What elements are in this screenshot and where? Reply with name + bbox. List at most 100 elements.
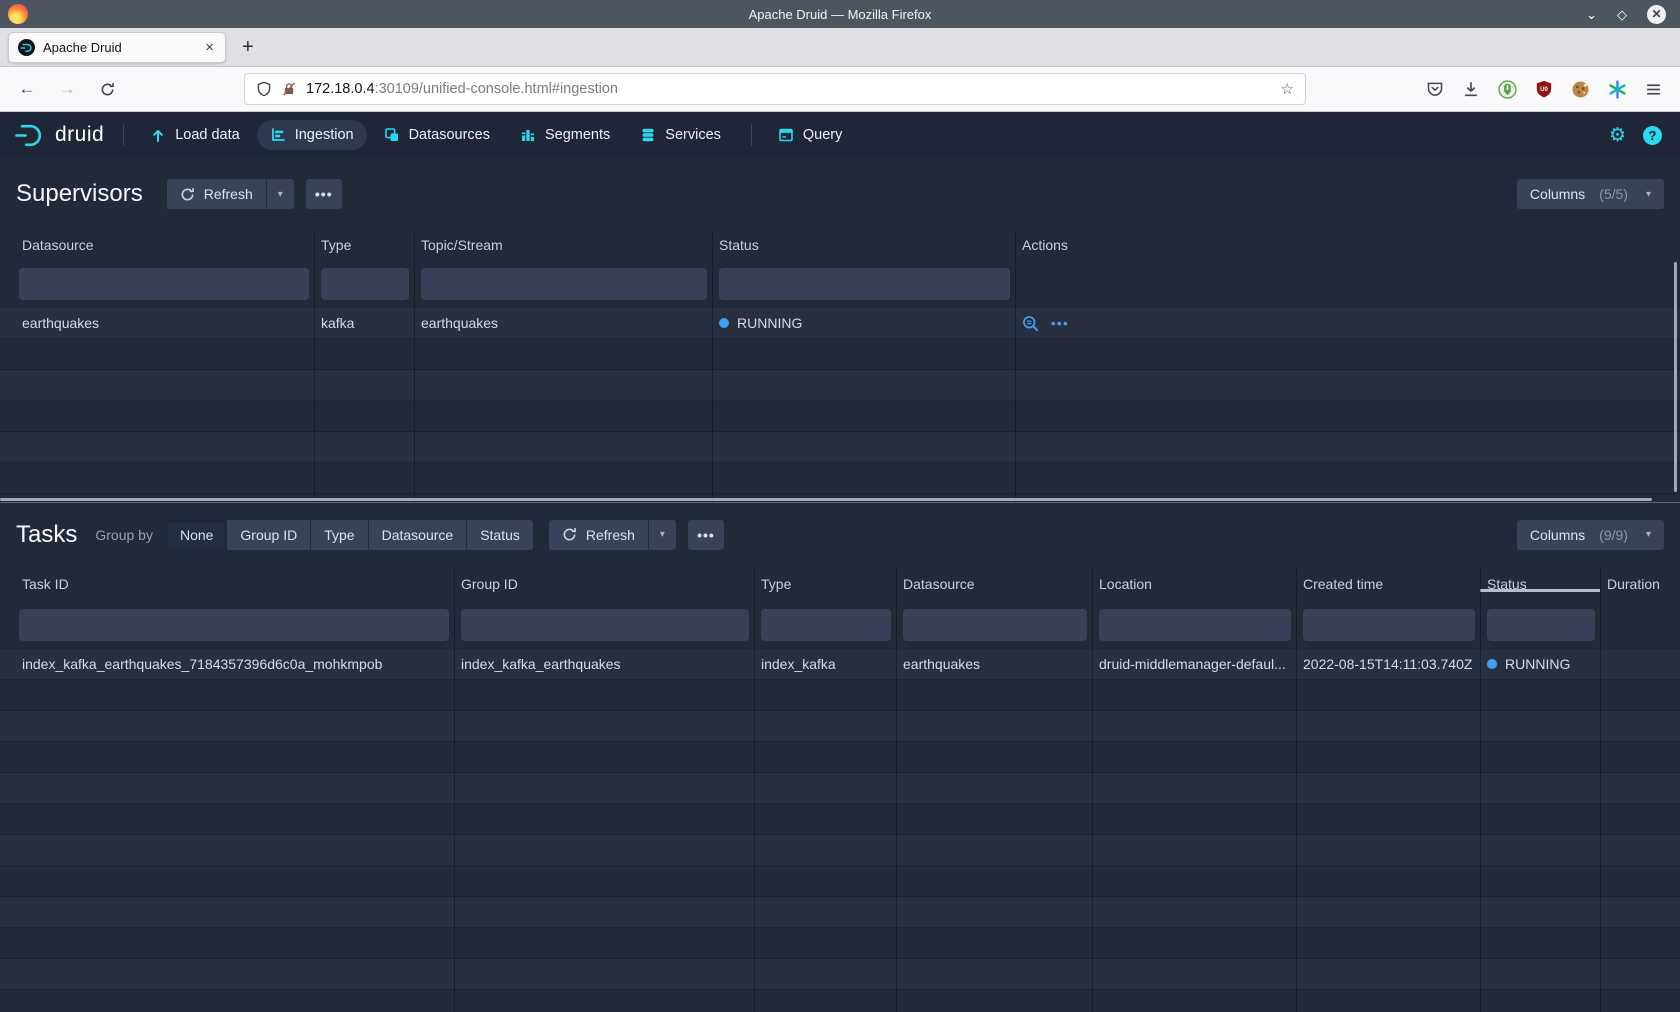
gear-icon[interactable]: ⚙	[1609, 126, 1626, 145]
nav-item-query[interactable]: Query	[765, 120, 856, 150]
task-location: druid-middlemanager-defaul...	[1092, 656, 1296, 672]
back-icon[interactable]: ←	[12, 79, 42, 99]
column-header-datasource[interactable]: Datasource	[0, 237, 314, 253]
supervisor-type: kafka	[314, 315, 414, 331]
filter-input-type[interactable]	[761, 609, 891, 641]
nav-item-datasources[interactable]: Datasources	[371, 120, 503, 150]
nav-item-services[interactable]: Services	[627, 120, 734, 150]
cookie-extension-icon[interactable]	[1571, 80, 1590, 99]
table-row-empty	[0, 339, 1680, 370]
nav-item-label: Load data	[175, 127, 240, 143]
forward-icon[interactable]: →	[52, 79, 82, 99]
column-header-type[interactable]: Type	[754, 576, 896, 592]
supervisor-datasource: earthquakes	[0, 315, 314, 331]
status-label: RUNNING	[1505, 656, 1570, 672]
new-tab-button[interactable]: +	[242, 36, 254, 59]
table-row-empty	[0, 370, 1680, 401]
row-more-icon[interactable]: •••	[1051, 316, 1069, 331]
column-header-status[interactable]: Status	[712, 237, 1015, 253]
filter-input-location[interactable]	[1099, 609, 1291, 641]
supervisors-columns-button[interactable]: Columns (5/5) ▾	[1517, 179, 1664, 209]
maximize-icon[interactable]: ◇	[1617, 8, 1627, 21]
table-row-empty	[0, 680, 1680, 711]
supervisor-actions: •••	[1015, 315, 1680, 332]
pocket-icon[interactable]	[1426, 80, 1444, 98]
filter-input-datasource[interactable]	[903, 609, 1087, 641]
supervisor-status: RUNNING	[712, 315, 1015, 331]
filter-input-topic-stream[interactable]	[421, 268, 707, 300]
task-datasource: earthquakes	[896, 656, 1092, 672]
filter-input-task-id[interactable]	[19, 609, 449, 641]
column-header-datasource[interactable]: Datasource	[896, 576, 1092, 592]
vertical-scrollbar[interactable]	[1674, 262, 1677, 492]
supervisor-row[interactable]: earthquakes kafka earthquakes RUNNING ••…	[0, 308, 1680, 339]
column-header-location[interactable]: Location	[1092, 576, 1296, 592]
supervisors-refresh-caret-button[interactable]: ▾	[267, 179, 294, 209]
column-header-type[interactable]: Type	[314, 237, 414, 253]
tasks-title: Tasks	[16, 521, 77, 549]
druid-brand[interactable]: druid	[14, 122, 104, 149]
group-by-group-id-button[interactable]: Group ID	[227, 520, 310, 550]
insecure-lock-icon[interactable]	[281, 81, 297, 97]
supervisors-title: Supervisors	[16, 180, 143, 208]
tab-close-icon[interactable]: ×	[203, 39, 216, 56]
inspect-magnifier-icon[interactable]	[1022, 315, 1039, 332]
url-bar[interactable]: 172.18.0.4:30109/unified-console.html#in…	[244, 73, 1306, 105]
url-text: 172.18.0.4:30109/unified-console.html#in…	[306, 81, 618, 97]
column-divider	[1015, 230, 1016, 502]
shield-icon[interactable]	[256, 81, 272, 97]
filter-input-status[interactable]	[1487, 609, 1595, 641]
download-icon[interactable]	[1462, 80, 1480, 98]
column-header-duration[interactable]: Duration	[1600, 576, 1680, 592]
green-extension-icon[interactable]	[1498, 80, 1517, 99]
column-header-created-time[interactable]: Created time	[1296, 576, 1480, 592]
asterisk-extension-icon[interactable]	[1608, 80, 1627, 99]
filter-input-datasource[interactable]	[19, 268, 309, 300]
tasks-filter-row	[0, 601, 1680, 649]
tasks-columns-button[interactable]: Columns (9/9) ▾	[1517, 520, 1664, 550]
columns-label: Columns	[1530, 527, 1585, 543]
caret-down-icon: ▾	[1646, 529, 1651, 540]
supervisors-more-button[interactable]: •••	[306, 179, 342, 209]
filter-input-group-id[interactable]	[461, 609, 749, 641]
nav-item-ingestion[interactable]: Ingestion	[257, 120, 367, 150]
task-row[interactable]: index_kafka_earthquakes_7184357396d6c0a_…	[0, 649, 1680, 680]
column-header-status-sorted[interactable]: Status	[1480, 576, 1600, 592]
bookmark-star-icon[interactable]: ☆	[1281, 80, 1294, 98]
minimize-icon[interactable]: ⌄	[1586, 8, 1597, 21]
group-by-type-button[interactable]: Type	[311, 520, 367, 550]
ublock-origin-icon[interactable]: U0	[1535, 80, 1553, 98]
nav-item-load-data[interactable]: Load data	[137, 120, 253, 150]
hamburger-menu-icon[interactable]	[1645, 81, 1662, 98]
filter-input-type[interactable]	[321, 268, 409, 300]
tasks-refresh-caret-button[interactable]: ▾	[649, 520, 676, 550]
browser-tab[interactable]: Apache Druid ×	[8, 32, 226, 63]
tasks-refresh-button[interactable]: Refresh	[549, 520, 648, 550]
tasks-more-button[interactable]: •••	[688, 520, 724, 550]
column-divider	[314, 230, 315, 502]
table-row-empty	[0, 928, 1680, 959]
filter-input-created-time[interactable]	[1303, 609, 1475, 641]
status-label: RUNNING	[737, 315, 802, 331]
group-by-datasource-button[interactable]: Datasource	[369, 520, 467, 550]
column-header-group-id[interactable]: Group ID	[454, 576, 754, 592]
horizontal-scrollbar[interactable]	[0, 498, 1652, 501]
window-title: Apache Druid — Mozilla Firefox	[0, 7, 1680, 22]
caret-down-icon: ▾	[278, 189, 283, 200]
reload-icon[interactable]	[92, 82, 122, 97]
filter-input-status[interactable]	[719, 268, 1010, 300]
task-status: RUNNING	[1480, 656, 1600, 672]
nav-item-segments[interactable]: Segments	[507, 120, 623, 150]
group-by-none-button[interactable]: None	[167, 520, 226, 550]
help-icon[interactable]: ?	[1643, 126, 1662, 145]
nav-item-label: Segments	[545, 127, 610, 143]
url-host: 172.18.0.4	[306, 81, 375, 97]
supervisors-refresh-button[interactable]: Refresh	[167, 179, 266, 209]
close-icon[interactable]: ✕	[1647, 5, 1666, 24]
tab-bar: Apache Druid × +	[0, 28, 1680, 67]
task-id: index_kafka_earthquakes_7184357396d6c0a_…	[0, 656, 454, 672]
column-header-task-id[interactable]: Task ID	[0, 576, 454, 592]
table-row-empty	[0, 804, 1680, 835]
group-by-status-button[interactable]: Status	[467, 520, 533, 550]
column-header-topic-stream[interactable]: Topic/Stream	[414, 237, 712, 253]
